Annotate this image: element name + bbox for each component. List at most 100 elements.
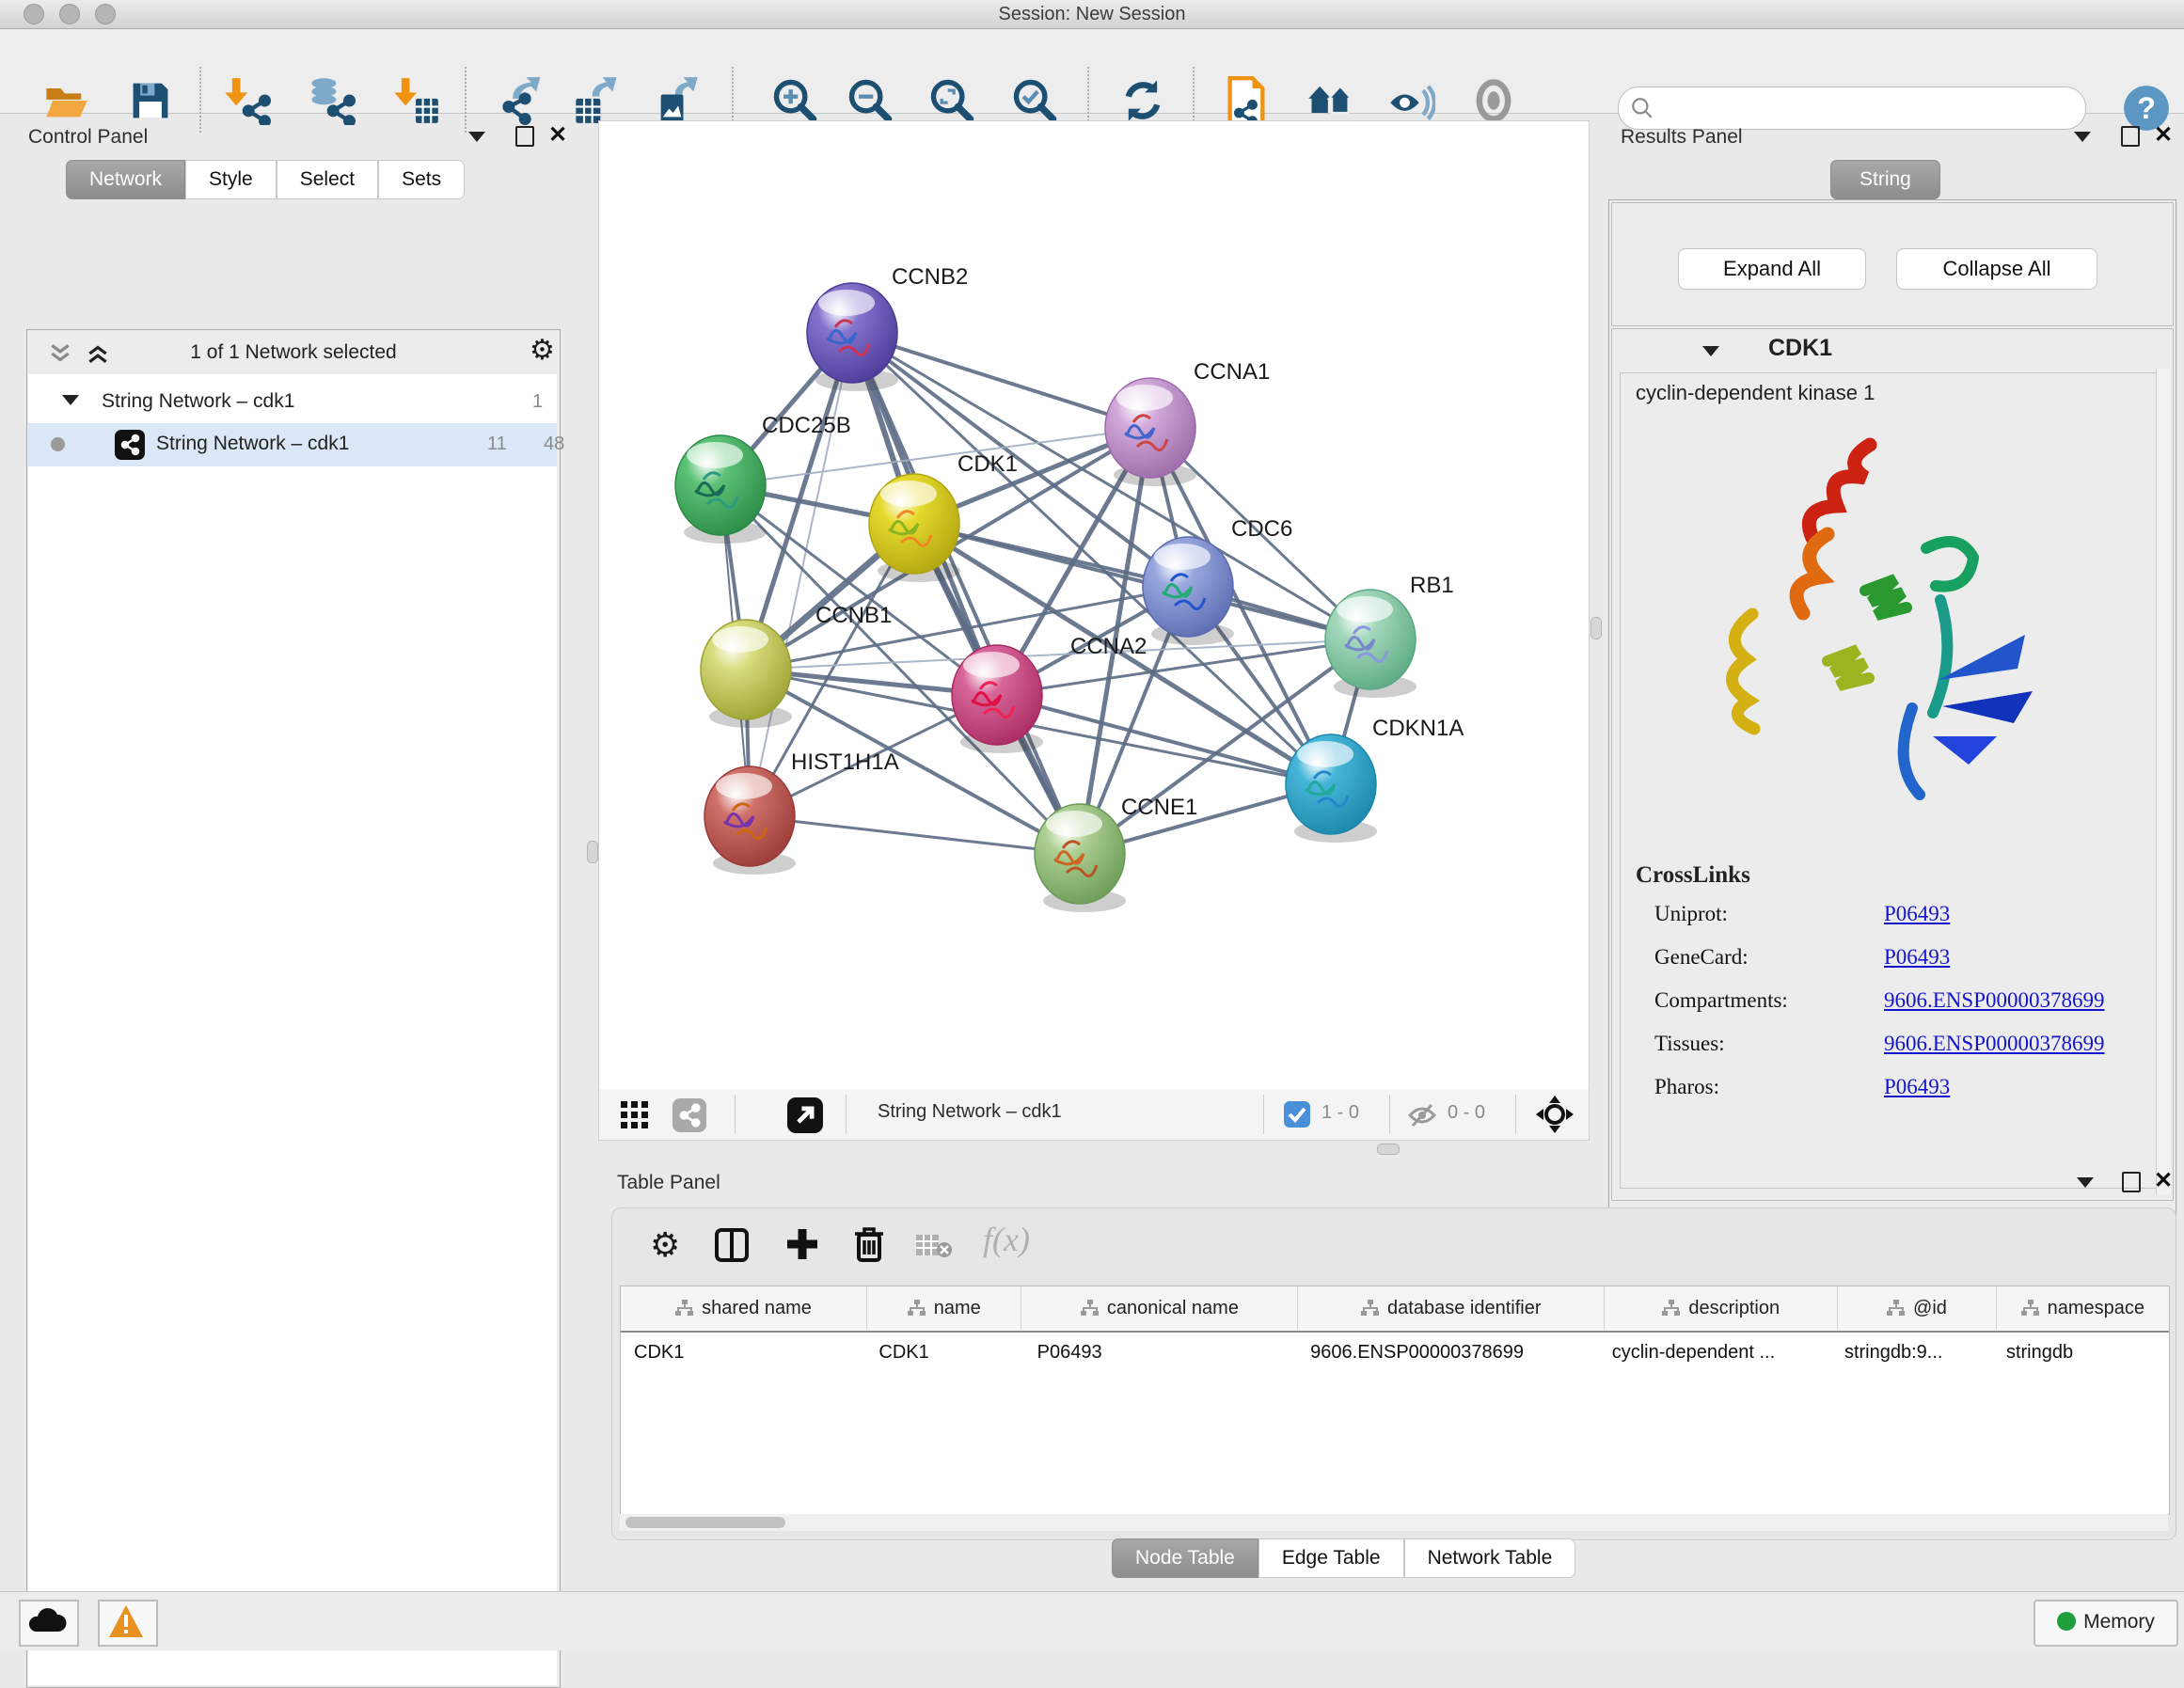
crosslink-genecard-link[interactable]: P06493 — [1884, 945, 1950, 970]
scrollbar-thumb[interactable] — [625, 1517, 785, 1528]
gene-description: cyclin-dependent kinase 1 — [1636, 381, 1875, 405]
results-panel-title: Results Panel — [1621, 126, 1743, 149]
crosslink-uniprot-link[interactable]: P06493 — [1884, 902, 1950, 926]
float-panel-icon[interactable] — [2121, 126, 2140, 147]
birds-eye-view-icon[interactable] — [620, 1100, 650, 1130]
results-scrollbar[interactable] — [2156, 369, 2170, 1194]
window-title: Session: New Session — [0, 4, 2184, 25]
fit-content-crosshair-icon[interactable] — [1535, 1095, 1575, 1134]
section-expander-icon[interactable] — [1702, 346, 1719, 356]
tab-network-table[interactable]: Network Table — [1404, 1538, 1576, 1578]
search-icon — [1630, 96, 1654, 120]
network-node[interactable]: CCNA1 — [1105, 359, 1270, 486]
tree-expander-icon[interactable] — [62, 395, 79, 405]
network-node[interactable]: CCNA2 — [952, 634, 1147, 753]
tab-select[interactable]: Select — [277, 160, 378, 199]
panel-menu-icon[interactable] — [2077, 1177, 2094, 1188]
column-header[interactable]: namespace — [1997, 1286, 2169, 1330]
table-horizontal-scrollbar[interactable] — [620, 1514, 2168, 1531]
import-network-file-icon[interactable] — [222, 76, 271, 125]
network-canvas[interactable]: CCNB2CCNA1CDC25BCDK1CDC6RB1CCNB1CCNA2CDK… — [598, 120, 1590, 1091]
close-panel-icon[interactable]: ✕ — [2154, 126, 2173, 145]
node-label: CDC25B — [762, 413, 851, 438]
hidden-eye-icon — [1406, 1100, 1438, 1130]
column-header[interactable]: name — [867, 1286, 1021, 1330]
float-panel-icon[interactable] — [515, 126, 534, 147]
tab-edge-table[interactable]: Edge Table — [1258, 1538, 1404, 1578]
float-panel-icon[interactable] — [2122, 1172, 2141, 1192]
tab-node-table[interactable]: Node Table — [1112, 1538, 1258, 1578]
network-node[interactable]: RB1 — [1325, 573, 1454, 698]
network-node[interactable]: CCNB2 — [807, 264, 968, 391]
crosslink-tissues-link[interactable]: 9606.ENSP00000378699 — [1884, 1032, 2105, 1056]
tab-network[interactable]: Network — [66, 160, 185, 199]
string-network-graph[interactable]: CCNB2CCNA1CDC25BCDK1CDC6RB1CCNB1CCNA2CDK… — [599, 121, 1589, 1090]
network-edge[interactable] — [997, 695, 1331, 784]
tab-string[interactable]: String — [1830, 160, 1940, 199]
export-table-icon[interactable] — [572, 76, 621, 125]
network-share-icon[interactable] — [673, 1098, 706, 1132]
zoom-out-icon[interactable] — [846, 76, 894, 125]
network-collection-row[interactable]: String Network – cdk1 1 — [28, 382, 557, 423]
collapse-all-button[interactable]: Collapse All — [1896, 248, 2097, 290]
network-edge[interactable] — [852, 333, 1080, 854]
network-node[interactable]: CDC25B — [675, 413, 851, 544]
cell-description: cyclin-dependent ... — [1599, 1332, 1831, 1373]
network-node[interactable]: CDK1 — [869, 451, 1018, 582]
panel-menu-icon[interactable] — [2074, 132, 2091, 142]
export-image-icon[interactable] — [653, 76, 702, 125]
column-header[interactable]: @id — [1838, 1286, 1996, 1330]
selected-checkbox-icon[interactable] — [1284, 1101, 1310, 1128]
open-in-window-icon[interactable] — [787, 1097, 823, 1133]
show-columns-icon[interactable] — [714, 1227, 750, 1263]
warnings-button[interactable] — [98, 1600, 158, 1647]
memory-button[interactable]: Memory — [2034, 1600, 2178, 1647]
zoom-fit-icon[interactable] — [927, 76, 976, 125]
network-tree: String Network – cdk1 1 String Network –… — [28, 374, 557, 1685]
gear-icon[interactable]: ⚙ — [530, 334, 555, 367]
close-panel-icon[interactable]: ✕ — [2154, 1172, 2173, 1191]
tab-style[interactable]: Style — [185, 160, 277, 199]
refresh-icon[interactable] — [1118, 76, 1167, 125]
network-edge[interactable] — [750, 816, 1080, 854]
zoom-selected-icon[interactable] — [1010, 76, 1059, 125]
table-row[interactable]: CDK1 CDK1 P06493 9606.ENSP00000378699 cy… — [621, 1332, 2169, 1373]
network-node[interactable]: CCNE1 — [1035, 795, 1197, 912]
delete-column-icon[interactable] — [851, 1225, 887, 1263]
network-node-count: 11 — [487, 434, 507, 455]
expand-all-button[interactable]: Expand All — [1678, 248, 1866, 290]
crosslink-compartments-link[interactable]: 9606.ENSP00000378699 — [1884, 988, 2105, 1013]
save-session-icon[interactable] — [126, 76, 175, 125]
tab-sets[interactable]: Sets — [378, 160, 465, 199]
add-column-icon[interactable] — [783, 1225, 821, 1263]
cloud-button[interactable] — [19, 1600, 79, 1647]
left-splitter-handle[interactable] — [587, 841, 598, 863]
network-document-icon[interactable] — [1222, 76, 1271, 125]
right-splitter-handle[interactable] — [1591, 617, 1602, 639]
close-panel-icon[interactable]: ✕ — [548, 126, 567, 145]
toolbar-separator — [735, 1095, 736, 1134]
show-hide-graphics-icon[interactable] — [1386, 76, 1435, 125]
export-network-icon[interactable] — [499, 76, 547, 125]
import-network-database-icon[interactable] — [307, 76, 356, 125]
column-header[interactable]: database identifier — [1298, 1286, 1605, 1330]
network-node[interactable]: CDKN1A — [1286, 716, 1464, 843]
node-label: CCNB2 — [892, 264, 968, 290]
cell-database-identifier: 9606.ENSP00000378699 — [1297, 1332, 1599, 1373]
panel-menu-icon[interactable] — [468, 132, 485, 142]
import-table-icon[interactable] — [391, 76, 440, 125]
crosslink-pharos-link[interactable]: P06493 — [1884, 1075, 1950, 1099]
column-header[interactable]: description — [1605, 1286, 1838, 1330]
toolbar-separator — [846, 1095, 847, 1134]
table-settings-gear-icon[interactable]: ⚙ — [650, 1225, 680, 1265]
homes-icon[interactable] — [1306, 76, 1354, 125]
network-node[interactable]: HIST1H1A — [704, 749, 899, 875]
column-header[interactable]: canonical name — [1021, 1286, 1298, 1330]
column-header[interactable]: shared name — [621, 1286, 867, 1330]
network-row[interactable]: String Network – cdk1 11 48 — [28, 423, 557, 466]
table-tabs: Node TableEdge TableNetwork Table — [1112, 1538, 1575, 1578]
zoom-in-icon[interactable] — [770, 76, 819, 125]
bottom-splitter-handle[interactable] — [1377, 1144, 1400, 1155]
open-session-icon[interactable] — [41, 76, 90, 125]
toolbar-separator — [1263, 1095, 1264, 1134]
